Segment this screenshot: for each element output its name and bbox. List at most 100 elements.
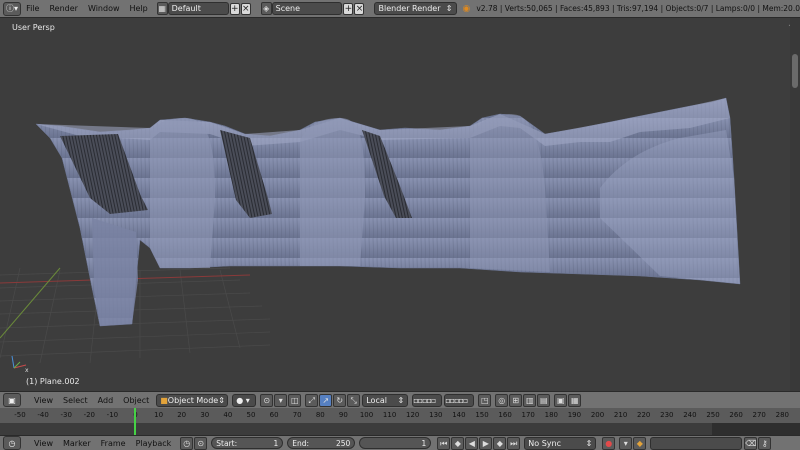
menu-add[interactable]: Add: [93, 396, 119, 405]
scene-field[interactable]: Scene: [271, 2, 343, 15]
menu-help[interactable]: Help: [125, 4, 153, 13]
3d-view-icon: ▣: [8, 395, 16, 405]
timeline-tick-label: 160: [498, 411, 512, 419]
menu-render[interactable]: Render: [44, 4, 82, 13]
editor-type-button[interactable]: ⓘ▾: [3, 1, 22, 16]
add-layout-button[interactable]: +: [229, 2, 240, 15]
timeline-tick-label: 140: [452, 411, 466, 419]
blender-logo-icon: ◉: [462, 3, 471, 14]
prev-keyframe-icon[interactable]: ◆: [451, 436, 465, 450]
record-icon[interactable]: ●: [602, 436, 616, 450]
menu-object[interactable]: Object: [118, 396, 154, 405]
viewport-scrollbar[interactable]: [790, 18, 800, 391]
occlude-geometry-icon[interactable]: ◫: [288, 393, 302, 407]
timeline-track[interactable]: [0, 423, 712, 435]
3d-editor-type-button[interactable]: ▣: [3, 393, 21, 407]
timeline-editor-type-button[interactable]: ◷: [3, 436, 21, 450]
sync-mode-select[interactable]: No Sync ⇕: [524, 436, 597, 450]
start-frame-field[interactable]: Start: 1: [211, 437, 284, 449]
play-reverse-icon[interactable]: ◀: [465, 436, 479, 450]
timeline-tick-label: 50: [246, 411, 256, 419]
rotate-manipulator-icon[interactable]: ↻: [333, 393, 347, 407]
viewport-shading-select[interactable]: ● ▾: [232, 393, 257, 407]
timeline-tick-label: 40: [223, 411, 233, 419]
proportional-edit-icon[interactable]: ◎: [495, 393, 509, 407]
layer-lock-icon[interactable]: ◳: [478, 393, 492, 407]
end-value: 250: [335, 438, 351, 448]
current-frame-value: 1: [421, 438, 427, 448]
timeline-tick-label: 280: [775, 411, 789, 419]
remove-layout-button[interactable]: ×: [240, 2, 251, 15]
render-engine-label: Blender Render: [378, 4, 441, 13]
add-scene-button[interactable]: +: [343, 2, 354, 15]
timeline-tick-label: 130: [429, 411, 443, 419]
menu-view[interactable]: View: [29, 439, 58, 448]
key-insert-icon[interactable]: ⚷: [758, 436, 772, 450]
timeline-tick-label: 100: [359, 411, 374, 419]
snap-target-icon[interactable]: ▤: [537, 393, 551, 407]
manipulator-toggle-icon[interactable]: ▾: [274, 393, 288, 407]
keying-set-field[interactable]: [650, 436, 743, 450]
delete-keyframe-icon[interactable]: ⌫: [744, 436, 758, 450]
jump-end-icon[interactable]: ⏭: [507, 436, 521, 450]
lock-time-icon[interactable]: ⊙: [194, 436, 208, 450]
menu-select[interactable]: Select: [58, 396, 93, 405]
screen-layout-field[interactable]: Default: [167, 2, 229, 15]
next-keyframe-icon[interactable]: ◆: [493, 436, 507, 450]
timeline-tick-label: 190: [567, 411, 582, 419]
end-frame-field[interactable]: End: 250: [287, 437, 356, 449]
timeline-ruler[interactable]: -50-40-30-20-100102030405060708090100110…: [0, 408, 800, 423]
scale-manipulator-icon[interactable]: ⤡: [347, 393, 361, 407]
snap-element-icon[interactable]: ▥: [523, 393, 537, 407]
render-preview-icon[interactable]: ▣: [554, 393, 568, 407]
timeline-header: ◷ View Marker Frame Playback ◷ ⊙ Start: …: [0, 435, 800, 450]
object-mode-icon: ■: [160, 395, 168, 405]
timeline-tick-label: 230: [660, 411, 674, 419]
timeline-tick-label: 170: [521, 411, 535, 419]
scroll-thumb[interactable]: [792, 54, 798, 88]
transform-orientation-select[interactable]: Local ⇕: [362, 393, 409, 407]
start-label: Start:: [216, 438, 238, 448]
timeline-tick-label: 120: [406, 411, 420, 419]
timeline-tick-label: 90: [338, 411, 348, 419]
menu-playback[interactable]: Playback: [131, 439, 177, 448]
menu-view[interactable]: View: [29, 396, 58, 405]
pivot-point-icon[interactable]: ⊙: [260, 393, 274, 407]
scene-icon[interactable]: ◈: [260, 2, 272, 15]
timeline-tick-label: 250: [706, 411, 720, 419]
timeline-tick-label: -30: [60, 411, 72, 419]
play-icon[interactable]: ▶: [479, 436, 493, 450]
mode-select[interactable]: ■ Object Mode ⇕: [156, 393, 229, 407]
preview-range-icon[interactable]: ◷: [180, 436, 194, 450]
menu-window[interactable]: Window: [83, 4, 125, 13]
render-animation-icon[interactable]: ▦: [568, 393, 582, 407]
render-engine-select[interactable]: Blender Render ⇕: [374, 2, 457, 15]
keying-set-icon[interactable]: ▾: [619, 436, 633, 450]
3d-cursor-icon: [135, 317, 137, 319]
timeline-tick-label: 150: [475, 411, 489, 419]
timeline-tick-label: 80: [315, 411, 325, 419]
timeline-tick-label: 30: [200, 411, 210, 419]
timeline-tick-label: 220: [637, 411, 651, 419]
insert-keyframe-icon[interactable]: ◆: [633, 436, 647, 450]
jump-start-icon[interactable]: ⏮: [437, 436, 451, 450]
layers-grid-1[interactable]: ▫▫▫▫▫: [412, 393, 443, 407]
remove-scene-button[interactable]: ×: [354, 2, 365, 15]
current-frame-cursor[interactable]: [134, 408, 136, 435]
snap-toggle-icon[interactable]: ⊞: [509, 393, 523, 407]
menu-file[interactable]: File: [21, 4, 44, 13]
manipulator-icon[interactable]: ⤢: [305, 393, 319, 407]
view-perspective-label: User Persp: [12, 23, 55, 32]
menu-frame[interactable]: Frame: [96, 439, 131, 448]
axes-gizmo-icon: x: [11, 355, 29, 374]
screen-layout-icon[interactable]: ▦: [156, 2, 168, 15]
menu-marker[interactable]: Marker: [58, 439, 96, 448]
current-frame-field[interactable]: 1: [359, 437, 432, 449]
3d-viewport[interactable]: x User Persp (1) Plane.002 +: [0, 18, 800, 391]
translate-manipulator-icon[interactable]: ↗: [319, 393, 333, 407]
layers-grid-2[interactable]: ▫▫▫▫▫: [444, 393, 475, 407]
layers-icon: ▫▫▫▫▫: [413, 395, 436, 405]
clock-icon: ◷: [8, 438, 16, 448]
timeline-area[interactable]: -50-40-30-20-100102030405060708090100110…: [0, 408, 800, 435]
layers-icon: ▫▫▫▫▫: [445, 395, 468, 405]
